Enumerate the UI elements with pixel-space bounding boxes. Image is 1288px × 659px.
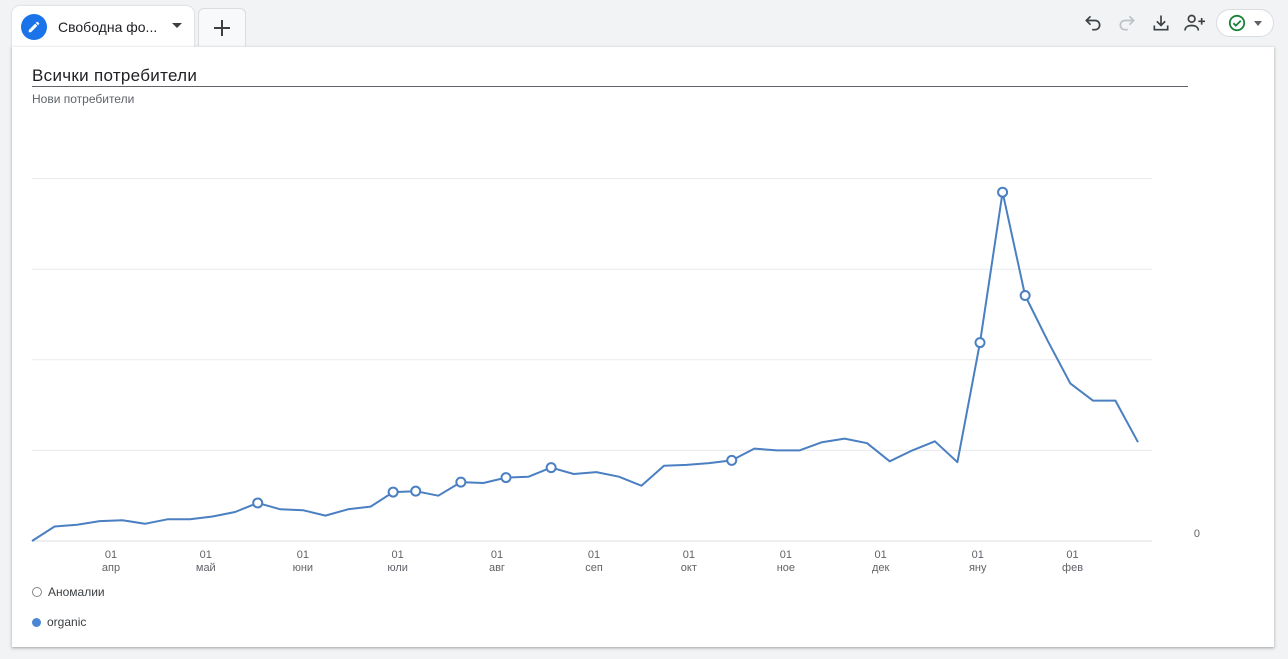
add-tab-button[interactable] (198, 8, 246, 46)
x-tick-month: дек (872, 562, 890, 574)
anomaly-ring-icon (32, 587, 42, 597)
x-tick-day: 01 (392, 549, 404, 561)
download-button[interactable] (1144, 8, 1178, 38)
anomaly-point[interactable] (387, 486, 399, 498)
anomaly-point[interactable] (252, 497, 264, 509)
legend-anomalies[interactable]: Аномалии (32, 585, 105, 599)
x-tick-month: апр (102, 562, 120, 574)
y-tick-label: 0 (1194, 528, 1200, 540)
anomaly-point[interactable] (726, 454, 738, 466)
x-tick-month: юли (387, 562, 408, 574)
anomaly-point[interactable] (410, 485, 422, 497)
x-tick-month: яну (969, 562, 987, 574)
share-button[interactable] (1178, 8, 1212, 38)
legend-anomalies-label: Аномалии (48, 585, 105, 599)
add-person-icon (1184, 14, 1205, 31)
x-tick-day: 01 (297, 549, 309, 561)
chevron-down-icon (1254, 20, 1262, 26)
x-tick-day: 01 (875, 549, 887, 561)
download-icon (1153, 15, 1169, 31)
anomaly-point[interactable] (545, 462, 557, 474)
anomaly-point[interactable] (1019, 289, 1031, 301)
chart-card: Всички потребители Нови потребители 0 01 а… (12, 47, 1274, 647)
anomaly-point[interactable] (500, 472, 512, 484)
pencil-icon (21, 14, 47, 40)
x-tick-month: ное (777, 562, 795, 574)
tab-label: Свободна фо... (58, 19, 158, 35)
legend-organic-label: organic (47, 615, 87, 629)
status-dropdown[interactable] (1216, 9, 1274, 37)
x-tick-day: 01 (588, 549, 600, 561)
x-tick-day: 01 (491, 549, 503, 561)
anomaly-point[interactable] (997, 186, 1009, 198)
series-dot-icon (32, 617, 41, 627)
x-tick-day: 01 (683, 549, 695, 561)
x-tick-month: авг (489, 562, 505, 574)
chevron-down-icon[interactable] (172, 23, 182, 28)
tab-bar: Свободна фо... (0, 0, 1288, 48)
x-tick-day: 01 (1066, 549, 1078, 561)
plus-icon (214, 19, 230, 36)
undo-button[interactable] (1076, 8, 1110, 38)
x-tick-day: 01 (105, 549, 117, 561)
x-tick-month: фев (1062, 562, 1083, 574)
anomaly-point[interactable] (974, 337, 986, 349)
redo-icon (1119, 15, 1135, 31)
anomaly-point[interactable] (455, 476, 467, 488)
series-line-organic[interactable] (31, 191, 1139, 542)
check-circle-icon (1228, 14, 1246, 32)
tab-free-form[interactable]: Свободна фо... (12, 6, 194, 48)
line-chart[interactable]: 001апр01май01юни01юли01авг01сеп01окт01но… (12, 47, 1274, 647)
redo-button[interactable] (1110, 8, 1144, 38)
x-tick-month: май (196, 562, 216, 574)
x-tick-day: 01 (972, 549, 984, 561)
legend-organic[interactable]: organic (32, 615, 86, 629)
x-tick-day: 01 (780, 549, 792, 561)
x-tick-month: юни (293, 562, 313, 574)
undo-icon (1085, 15, 1101, 31)
x-tick-day: 01 (200, 549, 212, 561)
x-tick-month: сеп (585, 562, 603, 574)
x-tick-month: окт (681, 562, 697, 574)
toolbar (1076, 8, 1274, 38)
